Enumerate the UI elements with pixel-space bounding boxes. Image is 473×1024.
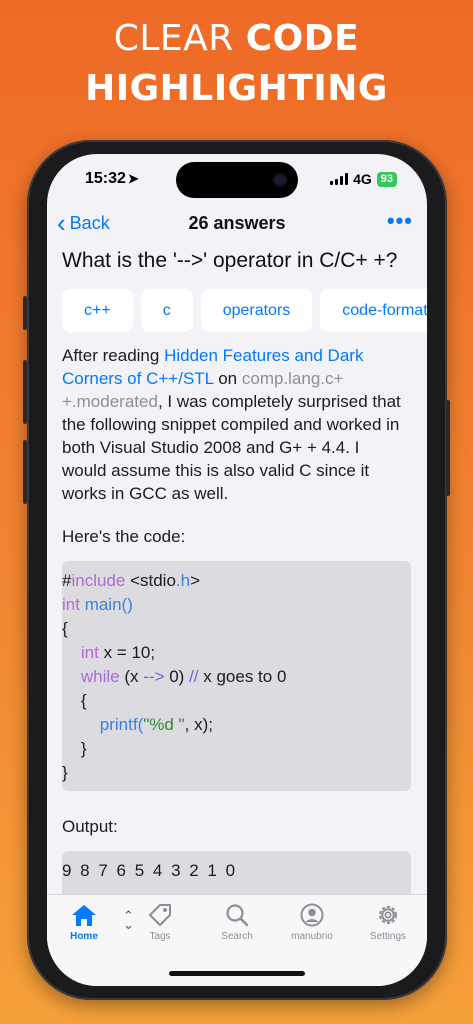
tag-icon	[149, 904, 171, 926]
tab-label: Search	[221, 931, 253, 942]
code-intro: Here's the code:	[62, 527, 186, 546]
tag-chip[interactable]: code-formatting	[320, 289, 427, 332]
headline-part2: CODE	[245, 18, 360, 59]
page-title: 26 answers	[188, 213, 286, 233]
dynamic-island	[176, 162, 298, 198]
code-line: #include <stdio.h>	[62, 569, 411, 593]
code-token: include	[71, 571, 126, 590]
headline-part1: CLEAR	[113, 18, 246, 59]
code-token: }	[62, 739, 87, 758]
code-line: while (x --> 0) // x goes to 0	[62, 665, 411, 689]
code-token: , x);	[184, 715, 213, 734]
search-icon	[226, 904, 249, 927]
code-token: }	[62, 763, 68, 782]
code-line: }	[62, 737, 411, 761]
phone-power-button	[446, 400, 450, 496]
output-block[interactable]: 9 8 7 6 5 4 3 2 1 0	[62, 851, 411, 896]
tab-label: Settings	[369, 931, 407, 942]
code-token: printf(	[62, 715, 144, 734]
code-token: {	[62, 619, 68, 638]
code-line: int x = 10;	[62, 641, 411, 665]
question-content: What is the '-->' operator in C/C+ +? c+…	[62, 246, 427, 896]
code-token: while	[62, 667, 120, 686]
tab-search[interactable]: Search	[202, 903, 272, 942]
code-line: {	[62, 617, 411, 641]
phone-screen: 15:32 ➤ 4G 93 ‹ Back 26 answers ••• What …	[47, 154, 427, 986]
home-indicator	[169, 971, 305, 976]
body-text: on	[213, 369, 242, 388]
tab-tags[interactable]: Tags	[125, 903, 195, 942]
tab-home[interactable]: Home	[49, 903, 119, 942]
gear-icon	[379, 906, 397, 924]
more-button[interactable]: •••	[387, 208, 413, 234]
headline-line2: HIGHLIGHTING	[85, 68, 388, 109]
signal-icon	[330, 173, 349, 185]
tag-chip[interactable]: c++	[62, 289, 133, 332]
battery-icon: 93	[376, 171, 397, 187]
person-icon	[300, 903, 324, 927]
status-time-text: 15:32	[85, 170, 126, 187]
body-text: After reading	[62, 346, 165, 365]
phone-action-button	[23, 296, 27, 330]
code-line: printf("%d ", x);	[62, 713, 411, 737]
code-token: int	[62, 643, 99, 662]
code-token: (x	[119, 667, 144, 686]
phone-volume-up-button	[23, 360, 27, 424]
tab-profile[interactable]: manubrio	[277, 903, 347, 942]
question-body: After reading Hidden Features and Dark C…	[62, 344, 427, 505]
code-token: 0)	[164, 667, 190, 686]
camera-icon	[274, 174, 286, 186]
code-token: .h	[175, 571, 191, 590]
tag-list: c++ c operators code-formatting	[62, 289, 427, 332]
code-token: x goes to 0	[198, 667, 287, 686]
code-token: x = 10;	[98, 643, 156, 662]
promo-headline: CLEAR CODE HIGHLIGHTING	[0, 14, 473, 114]
network-label: 4G	[353, 171, 372, 187]
tag-chip[interactable]: operators	[200, 289, 313, 332]
code-token: //	[189, 667, 199, 686]
code-token: "%d "	[143, 715, 185, 734]
code-line: int main()	[62, 593, 411, 617]
tab-label: Tags	[149, 931, 171, 942]
code-token: -->	[143, 667, 165, 686]
code-line: }	[62, 761, 411, 785]
output-label: Output:	[62, 817, 118, 836]
tab-label: manubrio	[291, 931, 333, 942]
status-time: 15:32 ➤	[85, 170, 139, 188]
code-block[interactable]: #include <stdio.h> int main() { int x = …	[62, 561, 411, 791]
code-token: <stdio	[125, 571, 176, 590]
status-indicators: 4G 93	[330, 171, 397, 187]
tab-label: Home	[70, 931, 98, 942]
location-arrow-icon: ➤	[127, 171, 139, 186]
tag-chip[interactable]: c	[140, 289, 193, 332]
code-token: main()	[79, 595, 133, 614]
code-line: {	[62, 689, 411, 713]
tab-settings[interactable]: Settings	[353, 903, 423, 942]
code-token: >	[190, 571, 201, 590]
tab-bar: Home ⌃ ⌄ Tags Search manubrio Settings	[47, 894, 427, 986]
code-token: {	[62, 691, 87, 710]
code-token: int	[62, 595, 80, 614]
phone-volume-down-button	[23, 440, 27, 504]
home-icon	[72, 905, 96, 926]
question-title: What is the '-->' operator in C/C+ +?	[62, 249, 398, 272]
